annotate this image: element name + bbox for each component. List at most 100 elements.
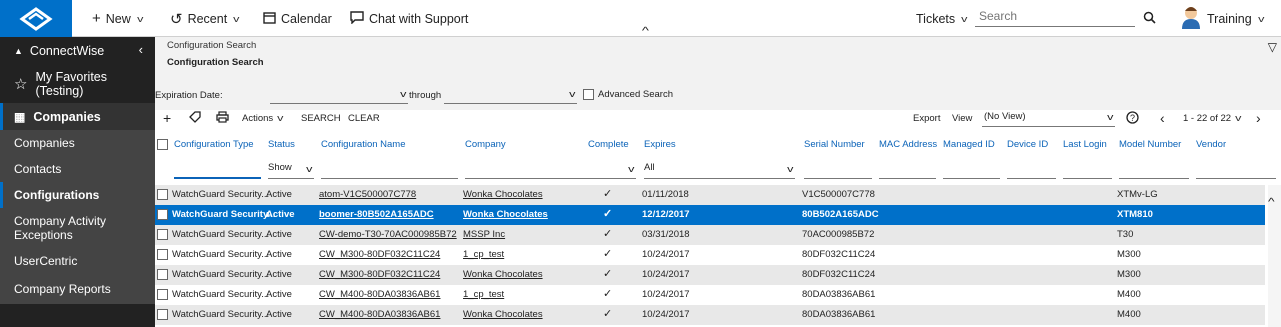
row-checkbox[interactable] — [157, 209, 168, 220]
cell-configuration-name[interactable]: CW-demo-T30-70AC000985B72 — [319, 229, 457, 240]
filter-status[interactable]: Show v — [268, 162, 314, 179]
column-serial-number[interactable]: Serial Number — [804, 139, 865, 150]
cell-company[interactable]: Wonka Chocolates — [463, 309, 543, 320]
cell-configuration-name[interactable]: boomer-80B502A165ADC — [319, 209, 434, 220]
filter-serial-number[interactable] — [804, 162, 872, 179]
advanced-search-toggle[interactable]: Advanced Search — [583, 89, 673, 100]
row-checkbox[interactable] — [157, 289, 168, 300]
column-company[interactable]: Company — [465, 139, 506, 150]
view-select[interactable]: (No View) v — [982, 111, 1115, 127]
table-row[interactable]: WatchGuard Security... Active CW_M300-80DF… — [155, 245, 1265, 265]
cell-configuration-name[interactable]: CW_M400-80DA03836AB61 — [319, 289, 440, 300]
cell-company[interactable]: Wonka Chocolates — [463, 189, 543, 200]
cell-configuration-name[interactable]: CW_M300-80DF032C11C24 — [319, 249, 440, 260]
sidebar-section-companies[interactable]: ▦ Companies — [0, 103, 155, 130]
advanced-search-checkbox[interactable] — [583, 89, 594, 100]
chat-icon — [350, 10, 364, 27]
global-search-input[interactable] — [979, 9, 1135, 23]
row-checkbox[interactable] — [157, 189, 168, 200]
cell-company[interactable]: Wonka Chocolates — [463, 209, 548, 220]
search-grid-button[interactable]: SEARCH — [301, 113, 341, 124]
breadcrumb[interactable]: Configuration Search — [167, 40, 256, 51]
filter-vendor[interactable] — [1196, 162, 1276, 179]
column-status[interactable]: Status — [268, 139, 295, 150]
table-row[interactable]: WatchGuard Security... Active atom-V1C5000… — [155, 185, 1265, 205]
previous-page-icon[interactable]: ‹ — [1160, 110, 1165, 126]
collapse-header-icon[interactable]: ^ — [642, 26, 649, 37]
cell-company[interactable]: 1_cp_test — [463, 289, 504, 300]
expiration-to-select[interactable]: v — [444, 87, 577, 104]
print-icon[interactable] — [216, 111, 229, 126]
next-page-icon[interactable]: › — [1256, 110, 1261, 126]
sidebar-item-configurations[interactable]: Configurations — [0, 182, 155, 208]
filter-mac-address[interactable] — [879, 162, 936, 179]
sidebar-item-company-activity-exceptions[interactable]: Company Activity Exceptions — [0, 208, 155, 248]
add-icon[interactable]: + — [163, 110, 171, 126]
expiration-from-select[interactable]: v — [270, 87, 408, 104]
row-checkbox[interactable] — [157, 249, 168, 260]
filter-expires[interactable]: All v — [644, 162, 795, 179]
column-last-login[interactable]: Last Login — [1063, 139, 1107, 150]
search-button[interactable] — [1143, 0, 1156, 37]
sidebar-item-companies[interactable]: Companies — [0, 130, 155, 156]
table-row[interactable]: WatchGuard Security... Active CW_M400-80DA… — [155, 305, 1265, 325]
chevron-down-icon: v — [568, 89, 575, 99]
export-button[interactable]: Export — [913, 113, 940, 124]
clear-button[interactable]: CLEAR — [348, 113, 380, 124]
actions-menu[interactable]: Actions v — [242, 113, 283, 124]
filter-configuration-name[interactable] — [321, 162, 458, 179]
paging-menu[interactable]: 1 - 22 of 22 v — [1183, 113, 1241, 124]
select-all-checkbox[interactable] — [157, 139, 168, 150]
column-device-id[interactable]: Device ID — [1007, 139, 1048, 150]
table-row[interactable]: WatchGuard Security... Active CW-demo-T30-… — [155, 225, 1265, 245]
chat-support-link[interactable]: Chat with Support — [350, 0, 468, 37]
global-search[interactable] — [975, 8, 1135, 27]
user-menu[interactable]: Training v — [1180, 0, 1264, 37]
column-complete[interactable]: Complete — [588, 139, 629, 150]
column-model-number[interactable]: Model Number — [1119, 139, 1181, 150]
new-menu[interactable]: + New v — [92, 0, 143, 37]
filter-icon[interactable]: ▽ — [1268, 40, 1277, 54]
table-row[interactable]: WatchGuard Security... Active CW_M400-80DA… — [155, 285, 1265, 305]
help-icon[interactable]: ? — [1126, 111, 1139, 127]
row-checkbox[interactable] — [157, 309, 168, 320]
cell-configuration-name[interactable]: CW_M300-80DF032C11C24 — [319, 269, 440, 280]
row-checkbox[interactable] — [157, 269, 168, 280]
sidebar-item-usercentric[interactable]: UserCentric — [0, 248, 155, 274]
sidebar-item-company-reports[interactable]: Company Reports — [0, 274, 155, 304]
column-expires[interactable]: Expires — [644, 139, 676, 150]
filter-managed-id[interactable] — [943, 162, 1000, 179]
cell-company[interactable]: MSSP Inc — [463, 229, 505, 240]
cell-configuration-name[interactable]: CW_M400-80DA03836AB61 — [319, 309, 440, 320]
calendar-link[interactable]: Calendar — [263, 0, 332, 37]
cell-company[interactable]: 1_cp_test — [463, 249, 504, 260]
complete-check-icon: ✓ — [603, 268, 613, 280]
paging-label: 1 - 22 of 22 — [1183, 113, 1232, 124]
column-managed-id[interactable]: Managed ID — [943, 139, 995, 150]
filter-model-number[interactable] — [1119, 162, 1189, 179]
column-configuration-type[interactable]: Configuration Type — [174, 139, 254, 150]
filter-last-login[interactable] — [1063, 162, 1112, 179]
filter-device-id[interactable] — [1007, 162, 1056, 179]
sidebar-item-favorites[interactable]: ☆ My Favorites (Testing) — [0, 65, 155, 103]
connectwise-logo[interactable] — [0, 0, 72, 37]
column-vendor[interactable]: Vendor — [1196, 139, 1226, 150]
cell-company[interactable]: Wonka Chocolates — [463, 269, 543, 280]
cell-model-number: T30 — [1117, 229, 1134, 240]
collapse-sidebar-icon[interactable]: ‹ — [139, 42, 143, 57]
filter-complete[interactable]: v — [579, 162, 636, 179]
table-row[interactable]: WatchGuard Security... Active boomer-80B50… — [155, 205, 1265, 225]
filter-company[interactable] — [465, 162, 581, 179]
column-mac-address[interactable]: MAC Address — [879, 139, 937, 150]
recent-menu[interactable]: ↺ Recent v — [170, 0, 240, 37]
column-configuration-name[interactable]: Configuration Name — [321, 139, 406, 150]
table-row[interactable]: WatchGuard Security... Active CW_M300-80DF… — [155, 265, 1265, 285]
scroll-up-icon[interactable]: ^ — [1268, 197, 1275, 208]
cell-status: Active — [266, 209, 295, 220]
tag-icon[interactable] — [189, 111, 201, 126]
cell-configuration-name[interactable]: atom-V1C500007C778 — [319, 189, 416, 200]
filter-configuration-type[interactable] — [174, 162, 261, 179]
tickets-menu[interactable]: Tickets v — [916, 0, 968, 37]
sidebar-item-contacts[interactable]: Contacts — [0, 156, 155, 182]
row-checkbox[interactable] — [157, 229, 168, 240]
